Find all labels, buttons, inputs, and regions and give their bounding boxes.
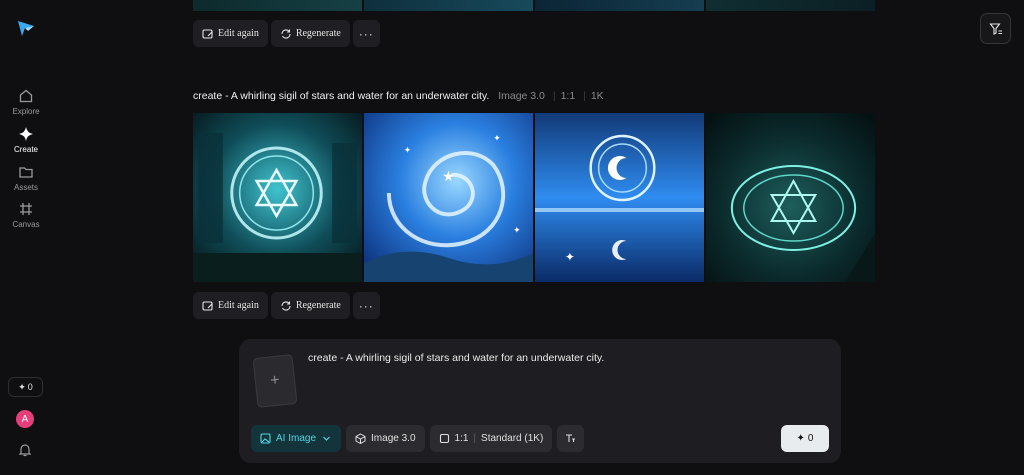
image-mode-icon [260,433,271,444]
previous-image[interactable] [535,0,704,11]
credits-chip[interactable]: ✦ 0 [8,377,43,397]
avatar[interactable]: A [16,410,34,428]
sidebar-item-label: Assets [13,183,38,192]
sparkle-icon [19,127,33,141]
model-label: Image 3.0 [371,433,416,444]
ratio-label: 1:1 [454,433,469,444]
refresh-icon [281,300,291,311]
sidebar-item-create[interactable]: Create [0,126,52,154]
generation-model: Image 3.0 [498,90,545,102]
svg-text:✦: ✦ [565,250,575,264]
svg-text:✦: ✦ [513,225,521,235]
edit-again-button[interactable]: Edit again [193,292,268,319]
plus-icon: + [269,371,281,390]
more-options-button[interactable]: ··· [352,20,380,47]
filter-icon [988,22,1002,35]
svg-text:★: ★ [442,168,454,184]
refresh-icon [281,28,291,39]
generation-actions: Edit again Regenerate ··· [193,292,380,319]
generation-ratio: 1:1 [560,90,576,102]
chevron-down-icon [323,436,330,441]
square-ratio-icon [439,433,449,444]
previous-image[interactable] [706,0,875,11]
generation-resolution: 1K [590,90,604,102]
regenerate-button[interactable]: Regenerate [270,20,350,47]
filter-button[interactable] [980,13,1011,44]
sigil-image-icon [706,113,875,282]
folder-icon [19,167,33,178]
sparkle-icon: ✦ [796,433,805,444]
sparkle-icon: ✦ [18,381,26,392]
edit-icon [202,300,213,311]
regenerate-button[interactable]: Regenerate [270,292,350,319]
prompt-composer: + create - A whirling sigil of stars and… [239,339,841,463]
generated-image-1[interactable] [193,113,362,282]
text-style-button[interactable] [557,425,585,452]
add-reference-image-button[interactable]: + [252,354,298,408]
generation-prompt: create - A whirling sigil of stars and w… [193,90,490,102]
prompt-input[interactable]: create - A whirling sigil of stars and w… [308,352,604,364]
generation-title: create - A whirling sigil of stars and w… [193,90,604,102]
generated-image-3[interactable]: ✦ [535,113,704,282]
previous-actions: Edit again Regenerate ··· [193,20,380,47]
more-icon: ··· [358,298,374,313]
sigil-image-icon: ★ ✦ ✦ ✦ [364,113,533,282]
sidebar-item-label: Canvas [12,220,40,229]
edit-again-label: Edit again [218,28,259,39]
image-gallery: ★ ✦ ✦ ✦ ✦ [193,113,875,282]
more-icon: ··· [358,26,374,41]
edit-icon [202,28,213,39]
grid-hash-icon [20,203,32,215]
credits-count: 0 [27,382,33,392]
sigil-image-icon [193,113,362,282]
previous-generation-images [193,0,875,11]
generate-cost: 0 [807,433,814,444]
sidebar-item-label: Explore [12,107,40,116]
svg-text:✦: ✦ [493,133,501,143]
more-options-button[interactable]: ··· [352,292,380,319]
app-logo-icon[interactable] [16,18,36,38]
mode-select[interactable]: AI Image [251,425,342,452]
cube-icon [355,433,366,444]
generated-image-4[interactable] [706,113,875,282]
regenerate-label: Regenerate [295,28,341,39]
home-icon [19,89,33,103]
bell-icon[interactable] [18,443,32,457]
generate-button[interactable]: ✦ 0 [781,425,829,452]
svg-text:✦: ✦ [404,145,412,155]
sidebar-item-assets[interactable]: Assets [0,164,52,192]
generated-image-2[interactable]: ★ ✦ ✦ ✦ [364,113,533,282]
model-select[interactable]: Image 3.0 [346,425,425,452]
sidebar-item-canvas[interactable]: Canvas [0,201,52,229]
regenerate-label: Regenerate [295,300,341,311]
sidebar-item-explore[interactable]: Explore [0,88,52,116]
avatar-initial: A [21,413,29,425]
previous-image[interactable] [364,0,533,11]
sidebar-item-label: Create [13,145,38,154]
edit-again-button[interactable]: Edit again [193,20,268,47]
sidebar: Explore Create Assets Canvas ✦ 0 A [0,0,52,475]
quality-label: Standard (1K) [481,433,544,444]
mode-label: AI Image [276,433,317,444]
edit-again-label: Edit again [218,300,259,311]
sigil-image-icon: ✦ [535,113,704,282]
composer-toolbar: AI Image Image 3.0 1:1 | Standard (1K) [251,425,585,452]
text-format-icon [566,434,576,442]
previous-image[interactable] [193,0,362,11]
ratio-quality-select[interactable]: 1:1 | Standard (1K) [429,425,553,452]
